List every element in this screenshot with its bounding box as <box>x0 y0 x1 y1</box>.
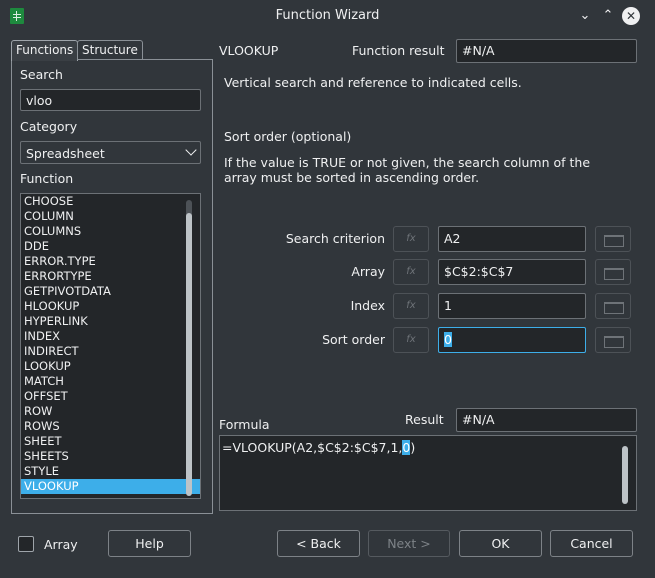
list-item[interactable]: INDIRECT <box>21 344 200 359</box>
shrink-reference-icon[interactable] <box>595 226 631 252</box>
ok-button[interactable]: OK <box>459 530 542 557</box>
list-item[interactable]: ERRORTYPE <box>21 269 200 284</box>
chevron-down-icon <box>185 144 197 156</box>
function-name: VLOOKUP <box>219 43 279 58</box>
argument-label: Index <box>350 298 385 313</box>
array-checkbox-label[interactable]: Array <box>44 537 78 552</box>
window-title: Function Wizard <box>275 8 380 23</box>
fx-icon[interactable]: fx <box>393 226 429 252</box>
shrink-reference-icon[interactable] <box>595 293 631 319</box>
cancel-button[interactable]: Cancel <box>550 530 633 557</box>
argument-label: Array <box>351 264 385 279</box>
maximize-icon[interactable]: ⌃ <box>599 7 617 25</box>
argument-description: If the value is TRUE or not given, the s… <box>224 155 591 185</box>
argument-input[interactable]: $C$2:$C$7 <box>438 259 586 285</box>
help-button[interactable]: Help <box>108 530 191 557</box>
list-item[interactable]: ROWS <box>21 419 200 434</box>
search-label: Search <box>20 67 63 82</box>
tab-functions[interactable]: Functions <box>11 40 79 61</box>
minimize-icon[interactable]: ⌄ <box>576 7 594 25</box>
search-input[interactable]: vloo <box>20 89 201 111</box>
result-label: Result <box>405 412 444 427</box>
list-item[interactable]: GETPIVOTDATA <box>21 284 200 299</box>
argument-label: Search criterion <box>285 231 385 246</box>
list-item[interactable]: COLUMNS <box>21 224 200 239</box>
array-checkbox[interactable] <box>18 536 34 552</box>
function-list[interactable]: CHOOSE COLUMN COLUMNS DDE ERROR.TYPE ERRORTYP… <box>20 193 201 499</box>
next-button[interactable]: Next > <box>368 530 450 557</box>
argument-input[interactable]: 0 <box>438 327 586 353</box>
list-item[interactable]: CHOOSE <box>21 194 200 209</box>
tab-structure[interactable]: Structure <box>77 40 143 60</box>
list-item[interactable]: SHEET <box>21 434 200 449</box>
function-list-label: Function <box>20 171 74 186</box>
argument-input[interactable]: 1 <box>438 293 586 319</box>
formula-text-suffix: ) <box>410 440 416 455</box>
back-button[interactable]: < Back <box>277 530 360 557</box>
list-item[interactable]: INDEX <box>21 329 200 344</box>
list-item[interactable]: OFFSET <box>21 389 200 404</box>
list-item[interactable]: ROW <box>21 404 200 419</box>
list-item[interactable]: MATCH <box>21 374 200 389</box>
list-item[interactable]: DDE <box>21 239 200 254</box>
category-select[interactable]: Spreadsheet <box>20 141 201 164</box>
formula-scrollbar[interactable] <box>622 446 628 504</box>
fx-icon[interactable]: fx <box>393 293 429 319</box>
argument-label: Sort order <box>322 332 385 347</box>
list-item[interactable]: SHEETS <box>21 449 200 464</box>
list-item[interactable]: VLOOKUP <box>21 479 200 494</box>
argument-input[interactable]: A2 <box>438 226 586 252</box>
close-icon[interactable]: ✕ <box>622 7 640 25</box>
function-result-field: #N/A <box>456 39 637 63</box>
argument-input-selection: 0 <box>444 332 452 347</box>
shrink-reference-icon[interactable] <box>595 259 631 285</box>
list-item[interactable]: ERROR.TYPE <box>21 254 200 269</box>
function-list-scrollbar-thumb[interactable] <box>186 213 192 496</box>
list-item[interactable]: STYLE <box>21 464 200 479</box>
fx-icon[interactable]: fx <box>393 259 429 285</box>
function-result-label: Function result <box>352 43 445 58</box>
formula-label: Formula <box>219 417 270 432</box>
list-item[interactable]: COLUMN <box>21 209 200 224</box>
category-selected-value: Spreadsheet <box>26 146 105 161</box>
list-item[interactable]: HYPERLINK <box>21 314 200 329</box>
list-item[interactable]: LOOKUP <box>21 359 200 374</box>
shrink-reference-icon[interactable] <box>595 327 631 353</box>
result-field: #N/A <box>456 408 637 432</box>
list-item[interactable]: HLOOKUP <box>21 299 200 314</box>
formula-text-prefix: =VLOOKUP(A2,$C$2:$C$7,1, <box>222 440 403 455</box>
argument-title: Sort order (optional) <box>224 129 352 144</box>
function-description: Vertical search and reference to indicat… <box>224 75 522 90</box>
fx-icon[interactable]: fx <box>393 327 429 353</box>
formula-editor[interactable]: =VLOOKUP(A2,$C$2:$C$7,1,0) <box>219 435 637 511</box>
category-label: Category <box>20 119 78 134</box>
